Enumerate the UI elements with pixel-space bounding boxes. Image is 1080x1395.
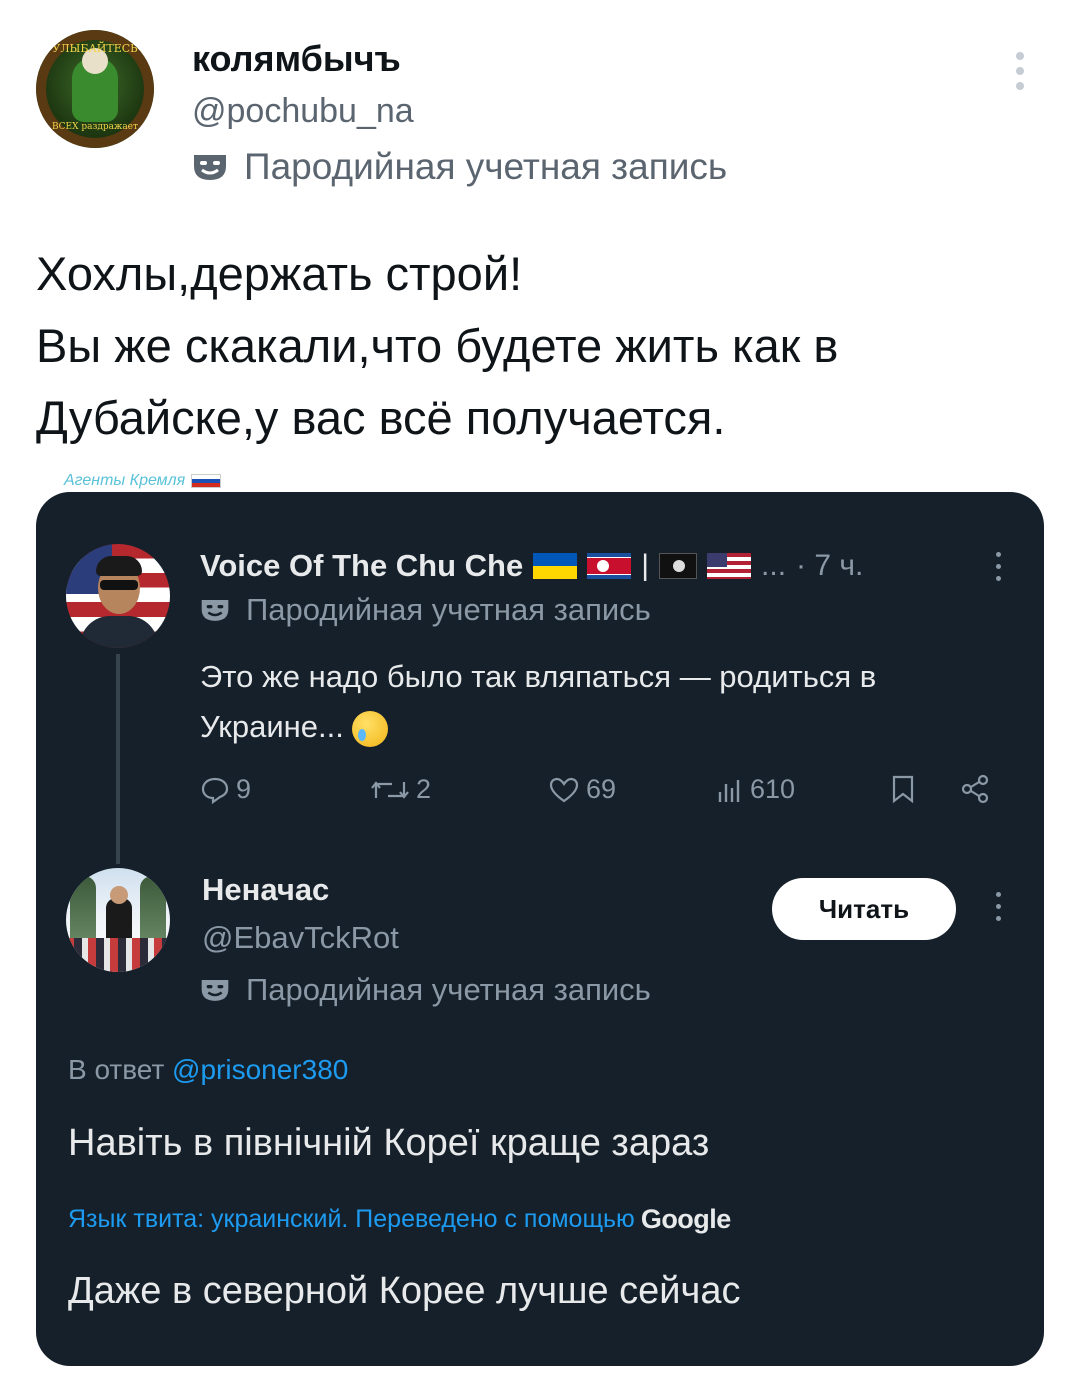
tweet1-text: Это же надо было так вляпаться — родитьс… [200, 652, 1020, 752]
tweet2-text: Навіть в північній Кореї краще зараз [68, 1122, 710, 1164]
crying-face-icon [352, 710, 389, 747]
reply-prefix: В ответ [68, 1054, 165, 1085]
tweet1-parody-label: Пародийная учетная запись [200, 592, 651, 628]
like-count: 69 [586, 774, 617, 804]
google-logo: Google [640, 1204, 732, 1234]
parody-mask-icon [201, 980, 229, 1001]
outer-parody-text: Пародийная учетная запись [244, 146, 728, 187]
repost-icon [371, 780, 409, 799]
outer-tweet-line: Вы же скакали,что будете жить как в [36, 319, 839, 372]
us-flag-icon [707, 553, 752, 579]
tweet2-display-name[interactable]: Неначас [202, 872, 329, 908]
tweet2-more-icon[interactable] [994, 892, 1002, 928]
tweet2-avatar[interactable] [66, 868, 170, 972]
name-separator: | [641, 549, 650, 582]
share-icon [961, 774, 989, 804]
views-button[interactable]: 610 [716, 774, 795, 805]
outer-tweet-line: Дубайске,у вас всё получается. [36, 391, 726, 444]
tweet2-translation: Даже в северной Корее лучше сейчас [68, 1270, 741, 1312]
reply-icon [201, 777, 229, 804]
bookmark-icon [892, 775, 914, 804]
translation-note-text: Язык твита: украинский. Переведено с пом… [68, 1205, 635, 1233]
tweet1-actions: 9 2 69 610 [200, 774, 1000, 814]
follow-button[interactable]: Читать [772, 878, 956, 940]
outer-handle[interactable]: @pochubu_na [192, 92, 414, 131]
tweet2-parody-text: Пародийная учетная запись [246, 972, 651, 1007]
avatar-text-top: УЛЫБАЙТЕСЬ [52, 42, 138, 55]
bookmark-button[interactable] [890, 774, 916, 804]
tweet1-parody-text: Пародийная учетная запись [246, 592, 651, 627]
tweet1-more-icon[interactable] [994, 552, 1002, 588]
views-count: 610 [750, 774, 796, 804]
tweet1-time[interactable]: · 7 ч. [796, 549, 863, 583]
embedded-screenshot[interactable]: Voice Of The Chu Che | ... · 7 ч. Пароди… [36, 492, 1044, 1366]
name-ellipsis: ... [761, 549, 787, 582]
more-options-icon[interactable] [1012, 52, 1028, 98]
like-button[interactable]: 69 [548, 774, 616, 805]
tweet1-header: Voice Of The Chu Che | ... · 7 ч. [200, 544, 863, 588]
pirate-flag-icon [659, 553, 698, 579]
repost-button[interactable]: 2 [370, 774, 431, 805]
tweet1-text-content: Это же надо было так вляпаться — родитьс… [200, 659, 877, 744]
tweet2-parody-label: Пародийная учетная запись [200, 972, 651, 1008]
views-icon [718, 779, 740, 802]
outer-display-name[interactable]: колямбычъ [192, 38, 401, 80]
north-korea-flag-icon [587, 553, 632, 579]
watermark: Агенты Кремля [64, 472, 222, 490]
reply-mention-link[interactable]: @prisoner380 [172, 1054, 348, 1085]
ukraine-flag-icon [533, 553, 578, 579]
share-button[interactable] [960, 774, 990, 804]
heart-icon [549, 777, 579, 802]
parody-mask-icon [201, 600, 229, 621]
reply-button[interactable]: 9 [200, 774, 251, 805]
tweet1-avatar[interactable] [66, 544, 170, 648]
reply-count: 9 [236, 774, 252, 804]
parody-mask-icon [194, 155, 226, 180]
outer-avatar[interactable]: УЛЫБАЙТЕСЬ ВСЕХ раздражает [36, 30, 154, 148]
outer-tweet-line: Хохлы,держать строй! [36, 247, 523, 300]
translation-note[interactable]: Язык твита: украинский. Переведено с пом… [68, 1204, 731, 1235]
outer-tweet-text: Хохлы,держать строй! Вы же скакали,что б… [36, 238, 1046, 454]
thread-connector [116, 654, 120, 864]
watermark-text: Агенты Кремля [64, 472, 186, 489]
outer-parody-label: Пародийная учетная запись [192, 146, 727, 188]
tweet1-display-name[interactable]: Voice Of The Chu Che [200, 548, 523, 584]
avatar-text-bottom: ВСЕХ раздражает [52, 122, 138, 132]
tweet2-handle[interactable]: @EbavTckRot [202, 920, 399, 956]
repost-count: 2 [416, 774, 432, 804]
russia-flag-icon [191, 474, 222, 488]
reply-to-line: В ответ @prisoner380 [68, 1054, 348, 1086]
